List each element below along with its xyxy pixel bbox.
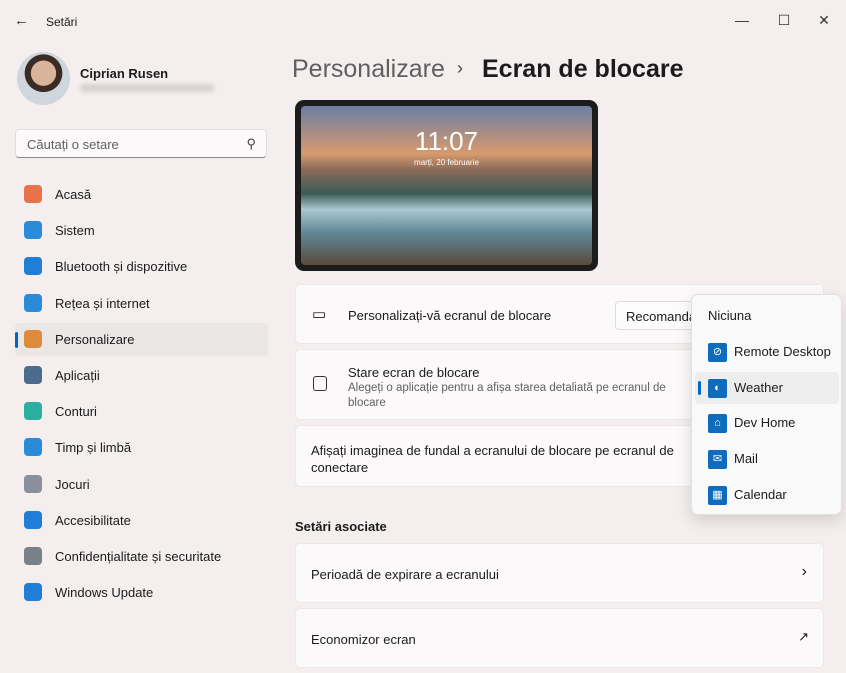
- menu-item-mail[interactable]: ✉ Mail: [695, 443, 839, 475]
- sidebar-item-label: Personalizare: [55, 331, 135, 347]
- setting-label: Personalizați-vă ecranul de blocare: [348, 308, 552, 323]
- sidebar-item-confiden-ialitate-i-securitate[interactable]: Confidențialitate și securitate: [15, 540, 268, 573]
- lock-screen-icon: ▭: [312, 306, 327, 323]
- account-icon: [24, 402, 42, 421]
- sidebar-item-label: Sistem: [55, 223, 95, 239]
- title-bar: ← Setări — ☐ ✕: [0, 0, 846, 40]
- globe-clock-icon: [24, 438, 42, 457]
- menu-item-label: Dev Home: [734, 415, 796, 431]
- sidebar-item-windows-update[interactable]: Windows Update: [15, 576, 268, 609]
- preview-date: marți, 20 februarie: [414, 158, 479, 167]
- setting-label: Afișați imaginea de fundal a ecranului d…: [311, 443, 674, 475]
- wifi-icon: [24, 293, 42, 312]
- screen-saver-link[interactable]: Economizor ecran ↗: [295, 608, 824, 668]
- menu-item-label: Remote Desktop: [734, 343, 831, 359]
- sidebar-item-label: Timp și limbă: [55, 440, 132, 456]
- setting-label: Stare ecran de blocare: [348, 365, 480, 380]
- sidebar-item-aplica-ii[interactable]: Aplicații: [15, 359, 268, 392]
- sidebar-item-acas-[interactable]: Acasă: [15, 178, 268, 211]
- sidebar-item-sistem[interactable]: Sistem: [15, 214, 268, 247]
- menu-item-label: Niciuna: [708, 308, 752, 323]
- search-input[interactable]: Căutați o setare ⚲: [15, 129, 267, 158]
- external-link-icon: ↗: [798, 629, 809, 644]
- menu-item-label: Weather: [734, 379, 783, 395]
- link-label: Perioadă de expirare a ecranului: [311, 567, 499, 582]
- menu-item-remote-desktop[interactable]: ⊘ Remote Desktop: [695, 336, 839, 368]
- sidebar-item-conturi[interactable]: Conturi: [15, 395, 268, 428]
- dev-home-icon: ⌂: [708, 414, 727, 434]
- preview-time: 11:07: [414, 126, 479, 156]
- system-icon: [24, 221, 42, 240]
- sidebar-item-label: Jocuri: [55, 476, 90, 492]
- menu-item-label: Calendar: [734, 487, 787, 502]
- menu-item-niciuna[interactable]: Niciuna: [695, 300, 839, 332]
- sidebar-item-timp-i-limb-[interactable]: Timp și limbă: [15, 431, 268, 464]
- sidebar-item-re-ea-i-internet[interactable]: Rețea și internet: [15, 287, 268, 320]
- page-title: Ecran de blocare: [482, 55, 684, 83]
- brush-icon: [24, 329, 42, 348]
- sidebar-item-label: Bluetooth și dispozitive: [55, 259, 188, 275]
- sidebar-item-accesibilitate[interactable]: Accesibilitate: [15, 504, 268, 537]
- status-icon: [313, 376, 327, 391]
- avatar[interactable]: [17, 52, 70, 105]
- accessibility-icon: [24, 510, 42, 529]
- close-button[interactable]: ✕: [804, 6, 844, 34]
- minimize-button[interactable]: —: [722, 6, 762, 34]
- user-email-blurred: [80, 84, 214, 92]
- sidebar-item-label: Acasă: [55, 187, 92, 202]
- menu-item-weather[interactable]: ◐ Weather: [695, 371, 839, 404]
- sidebar-item-label: Confidențialitate și securitate: [55, 549, 222, 564]
- shield-icon: [24, 547, 42, 565]
- window-title: Setări: [46, 15, 78, 29]
- update-icon: [24, 583, 42, 602]
- bluetooth-icon: [24, 257, 42, 276]
- menu-item-dev-home[interactable]: ⌂ Dev Home: [695, 407, 839, 439]
- menu-item-label: Mail: [734, 451, 758, 467]
- menu-item-calendar[interactable]: ▦ Calendar: [695, 479, 839, 511]
- user-name: Ciprian Rusen: [80, 66, 169, 81]
- remote-desktop-icon: ⊘: [708, 342, 727, 362]
- sidebar-item-label: Rețea și internet: [55, 295, 150, 311]
- sidebar-item-personalizare[interactable]: Personalizare: [15, 322, 268, 356]
- sidebar-item-label: Aplicații: [55, 368, 100, 383]
- link-label: Economizor ecran: [311, 632, 416, 647]
- maximize-button[interactable]: ☐: [764, 6, 804, 34]
- sidebar-item-label: Accesibilitate: [55, 512, 131, 528]
- search-icon: ⚲: [246, 136, 256, 151]
- sidebar-item-jocuri[interactable]: Jocuri: [15, 468, 268, 501]
- mail-icon: ✉: [708, 450, 727, 470]
- status-app-dropdown-menu: Niciuna ⊘ Remote Desktop ◐ Weather ⌂ Dev Home ✉…: [691, 294, 842, 515]
- sidebar-item-label: Windows Update: [55, 585, 154, 601]
- calendar-icon: ▦: [708, 486, 727, 505]
- sidebar-item-label: Conturi: [55, 404, 97, 420]
- home-icon: [24, 185, 42, 203]
- breadcrumb-parent[interactable]: Personalizare: [292, 55, 445, 84]
- screen-timeout-link[interactable]: Perioadă de expirare a ecranului ›: [295, 543, 824, 603]
- apps-icon: [24, 366, 42, 384]
- related-settings-heading: Setări asociate: [295, 519, 387, 534]
- back-button[interactable]: ←: [14, 12, 29, 29]
- setting-description: Alegeți o aplicație pentru a afișa stare…: [348, 382, 666, 409]
- gamepad-icon: [24, 474, 42, 493]
- chevron-right-icon: ›: [801, 563, 807, 580]
- search-placeholder: Căutați o setare: [27, 137, 119, 152]
- weather-icon: ◐: [708, 378, 727, 398]
- sidebar-item-bluetooth-i-dispozitive[interactable]: Bluetooth și dispozitive: [15, 250, 268, 283]
- chevron-right-icon: ›: [457, 58, 463, 78]
